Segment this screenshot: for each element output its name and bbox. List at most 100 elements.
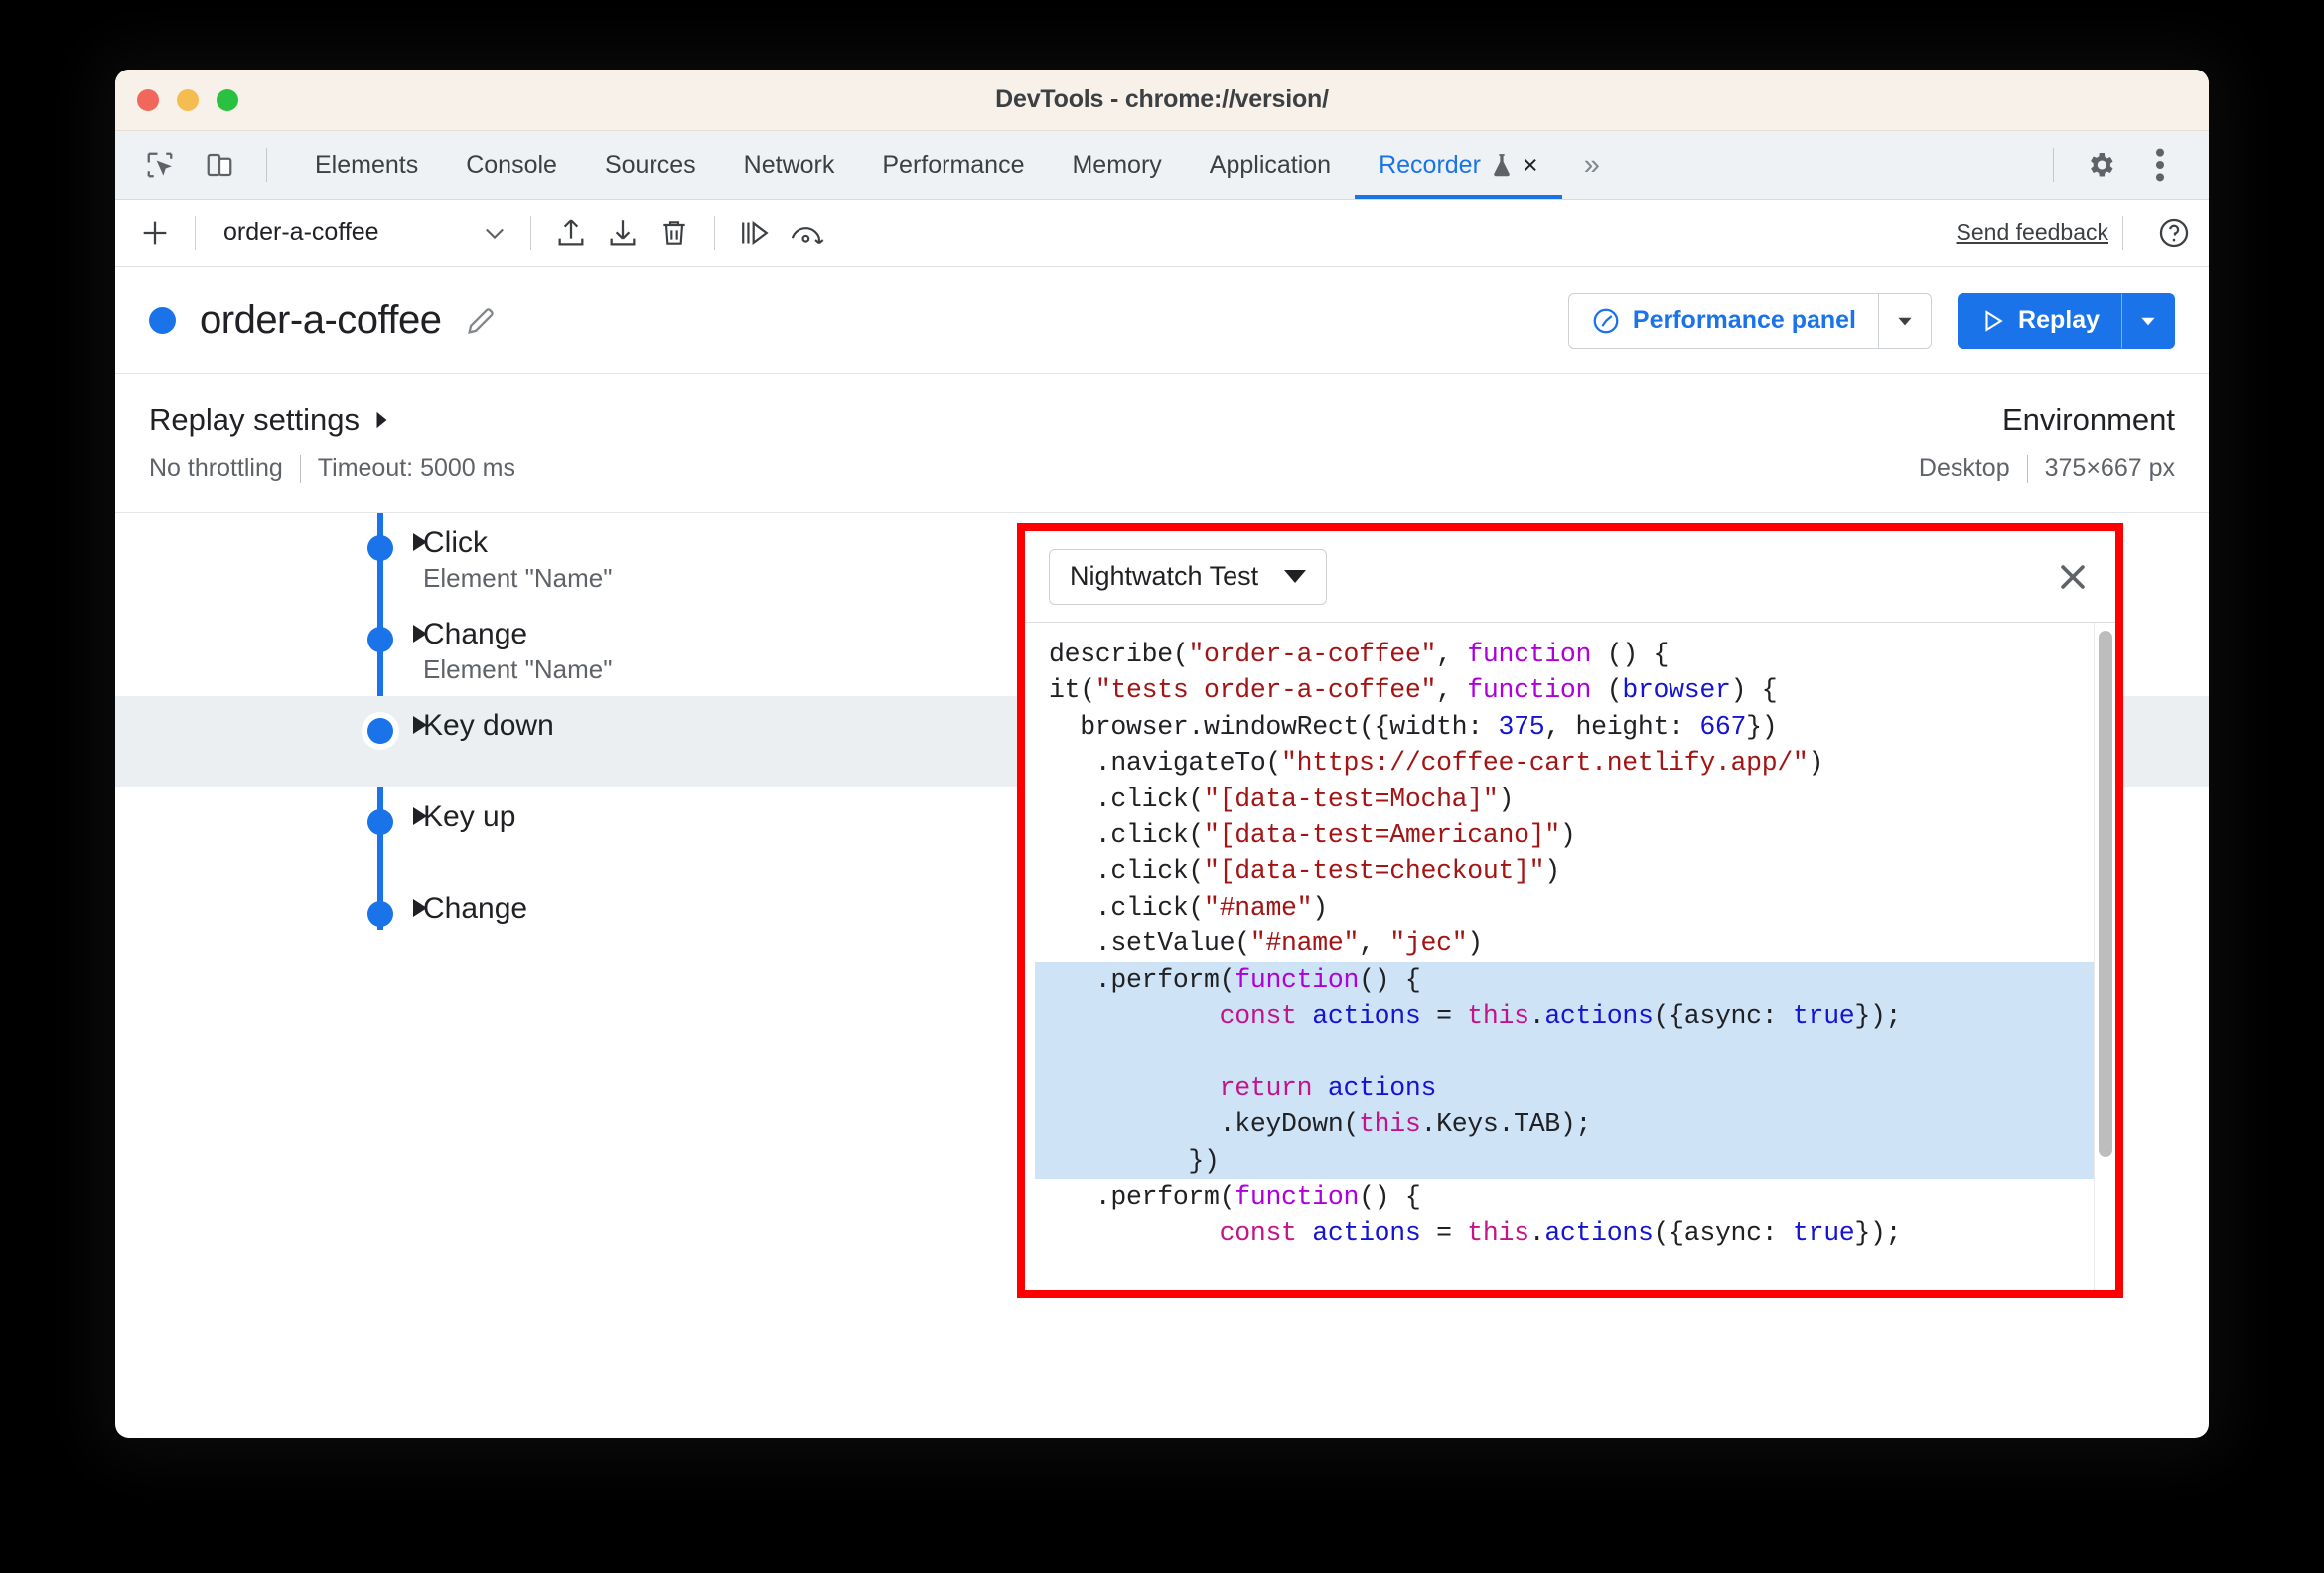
screenshot-root: DevTools - chrome://version/ Elements Co… [0,0,2324,1573]
help-circle-icon[interactable] [2157,216,2191,250]
tabbar-right-divider [2053,148,2054,182]
tab-performance[interactable]: Performance [858,131,1048,199]
close-window-button[interactable] [137,88,159,111]
gear-icon[interactable] [2074,138,2127,192]
triangle-right-icon [373,410,390,430]
performance-panel-dropdown-button[interactable] [1878,292,1933,349]
performance-panel-button[interactable]: Performance panel [1567,292,1879,349]
pencil-icon[interactable] [464,304,498,338]
step-subtitle: Element "Name" [423,653,613,684]
timeout-value: Timeout: 5000 ms [317,454,515,482]
expand-step-icon[interactable] [413,533,427,551]
value-divider [299,454,301,483]
tab-label: Sources [604,150,696,179]
replay-button[interactable]: Replay [1958,292,2121,349]
tab-label: Application [1209,150,1332,179]
maximize-window-button[interactable] [217,88,238,111]
performance-panel-split-button: Performance panel [1567,292,1933,349]
replay-button-label: Replay [2018,306,2100,334]
window-title: DevTools - chrome://version/ [995,85,1329,113]
tab-label: Performance [882,150,1025,179]
step-text: Key down [423,710,554,748]
toolbar-divider-1 [195,215,196,250]
page-title: order-a-coffee [200,298,442,342]
value-divider [2026,454,2028,483]
step-title: Change [423,892,528,925]
more-tabs-icon[interactable]: » [1562,131,1622,199]
environment-label: Environment [2001,402,2175,437]
expand-step-icon[interactable] [413,807,427,825]
tab-sources[interactable]: Sources [581,131,720,199]
replay-split-button: Replay [1958,292,2175,349]
window-titlebar: DevTools - chrome://version/ [115,70,2209,131]
toolbar-divider-2 [530,215,531,250]
tab-elements[interactable]: Elements [291,131,442,199]
trash-icon[interactable] [649,208,700,259]
generated-code-text[interactable]: describe("order-a-coffee", function () {… [1025,623,2115,1290]
throttling-value: No throttling [149,454,283,482]
replay-speed-icon[interactable] [781,208,832,259]
step-text: Change Element "Name" [423,619,612,683]
code-format-value: Nightwatch Test [1070,561,1259,591]
flask-icon [1491,152,1513,178]
minimize-window-button[interactable] [177,88,199,111]
step-subtitle: Element "Email" [423,930,608,931]
add-recording-button[interactable] [129,208,181,259]
step-text: Change Element "Email" [423,893,608,930]
step-timeline-knob [367,627,393,652]
environment-column: Environment Desktop 375×667 px [1919,402,2175,483]
step-text: Click Element "Name" [423,527,612,592]
tab-label: Console [466,150,557,179]
tab-application[interactable]: Application [1186,131,1355,199]
send-feedback-link[interactable]: Send feedback [1957,219,2108,246]
devtools-tab-list: Elements Console Sources Network Perform… [291,131,1622,199]
recording-selector-label[interactable]: order-a-coffee [210,218,473,247]
environment-viewport: 375×667 px [2044,454,2175,482]
code-format-select[interactable]: Nightwatch Test [1049,548,1328,605]
recording-header: order-a-coffee Performance panel Replay [115,267,2209,374]
tab-label: Recorder [1379,150,1481,179]
recording-header-actions: Performance panel Replay [1567,292,2175,349]
step-title: Change [423,618,528,650]
tabbar-divider [266,148,267,182]
toolbar-divider-4 [2122,215,2123,250]
recording-status-dot [149,307,176,334]
close-recorder-tab-icon[interactable]: × [1523,151,1538,179]
step-timeline-knob [362,712,399,750]
replay-settings-strip: Replay settings No throttling Timeout: 5… [115,374,2209,513]
inspect-element-icon[interactable] [133,138,187,192]
replay-settings-values: No throttling Timeout: 5000 ms [149,454,515,483]
code-panel-scrollbar[interactable] [2094,623,2115,1290]
tab-network[interactable]: Network [720,131,859,199]
step-title: Key up [423,800,516,833]
import-download-icon[interactable] [597,208,649,259]
tabbar-right-icons [2039,138,2209,192]
chevron-down-icon[interactable] [473,219,516,247]
tabbar-left-icons [115,138,281,192]
tab-recorder[interactable]: Recorder × [1355,131,1562,199]
device-toolbar-icon[interactable] [193,138,246,192]
export-upload-icon[interactable] [545,208,597,259]
step-title: Key down [423,709,554,742]
tab-label: Memory [1072,150,1162,179]
recorder-toolbar: order-a-coffee Send feedback [115,200,2209,267]
step-timeline-knob [367,535,393,561]
traffic-light-buttons [137,88,238,111]
expand-step-icon[interactable] [413,625,427,643]
tab-label: Network [743,150,835,179]
replay-settings-toggle[interactable]: Replay settings [149,402,515,438]
step-timeline-knob [367,809,393,835]
step-title: Click [423,526,488,559]
code-panel-body: describe("order-a-coffee", function () {… [1025,623,2115,1290]
expand-step-icon[interactable] [413,899,427,917]
close-code-panel-button[interactable] [2056,560,2094,594]
play-triangle-icon [1980,308,2006,334]
code-panel-scrollbar-thumb[interactable] [2099,631,2112,1157]
step-over-icon[interactable] [729,208,781,259]
three-dots-vertical-icon[interactable] [2133,138,2187,192]
tab-console[interactable]: Console [442,131,581,199]
expand-step-icon[interactable] [413,716,427,734]
environment-device: Desktop [1918,454,2010,482]
replay-dropdown-button[interactable] [2121,292,2175,349]
tab-memory[interactable]: Memory [1048,131,1185,199]
